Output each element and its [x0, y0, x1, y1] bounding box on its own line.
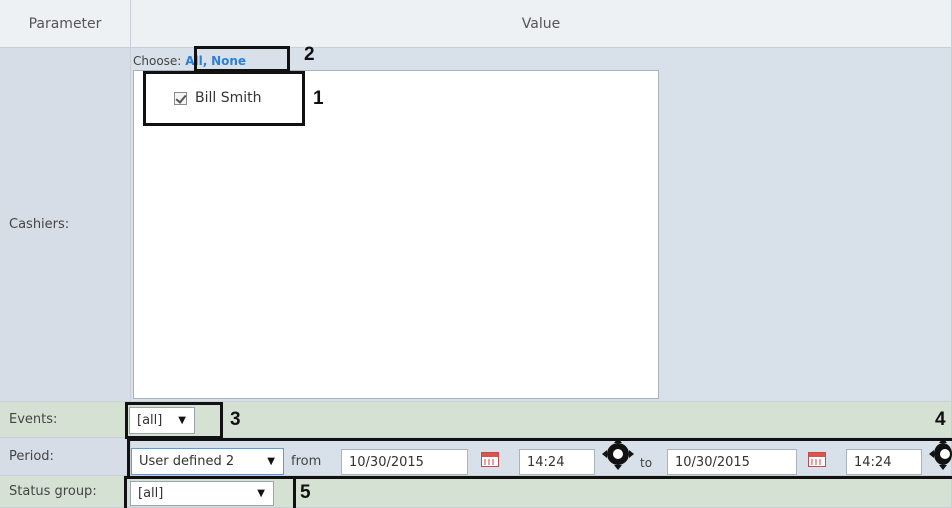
- annotation-box-3: [125, 402, 223, 439]
- annotation-number-5: 5: [300, 482, 311, 503]
- annotation-number-3: 3: [230, 409, 241, 430]
- cashiers-label: Cashiers:: [0, 48, 131, 402]
- events-value-cell: [131, 402, 952, 438]
- annotation-box-2: [194, 46, 290, 72]
- annotation-number-4: 4: [935, 409, 946, 430]
- annotation-box-4: [127, 438, 952, 479]
- events-label: Events:: [0, 402, 131, 438]
- annotation-box-1: [143, 71, 305, 126]
- annotation-number-2: 2: [304, 44, 315, 65]
- period-label: Period:: [0, 438, 131, 476]
- choose-prefix: Choose:: [133, 54, 182, 68]
- header-value: Value: [131, 0, 952, 48]
- status-group-label: Status group:: [0, 476, 131, 508]
- annotation-number-1: 1: [313, 88, 324, 109]
- header-parameter: Parameter: [0, 0, 131, 48]
- annotation-box-5: [124, 476, 296, 508]
